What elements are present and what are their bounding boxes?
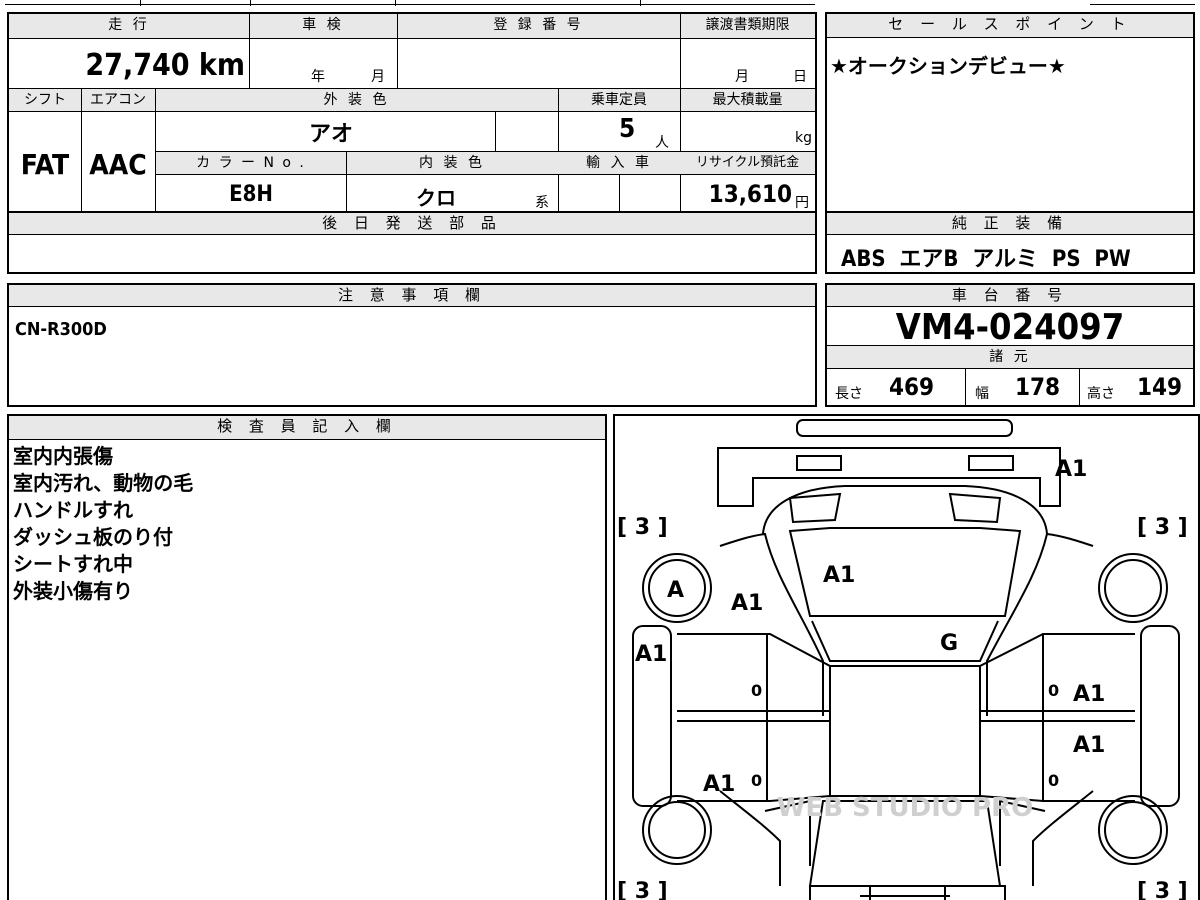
chassis-label: 車 台 番 号 (827, 285, 1193, 307)
car-diagram-box: WEB STUDIO PRO A1 A1 A A1 A1 G A1 A1 A1 … (613, 414, 1200, 900)
tread-rear-right: [ 3 ] (1137, 879, 1188, 900)
exterior-color-label: 外 装 色 (155, 89, 558, 111)
length-value: 469 (889, 373, 935, 401)
recycle-label: リサイクル預託金 (680, 152, 815, 174)
mark-right-rear-door: A1 (1073, 682, 1105, 707)
width-value: 178 (1015, 373, 1061, 401)
mark-front-left-tire: A (667, 578, 684, 603)
chassis-value: VM4-024097 (895, 307, 1125, 348)
chassis-box: 車 台 番 号 VM4-024097 諸 元 長さ 469 幅 178 高さ 1… (825, 283, 1195, 407)
recycle-unit: 円 (795, 195, 809, 211)
mark-roof: G (940, 631, 958, 656)
mark-zero: 0 (751, 771, 762, 790)
mark-left-rear-fender: A1 (731, 591, 763, 616)
equipment-label: 純 正 装 備 (827, 213, 1193, 235)
top-strip (0, 0, 1200, 8)
import-label: 輸 入 車 (558, 152, 680, 174)
shift-value: FAT (20, 148, 70, 181)
capacity-unit: 人 (655, 135, 669, 151)
registration-label: 登 録 番 号 (397, 14, 680, 38)
equipment-box: 純 正 装 備 ABS エアB アルミ PS PW (825, 211, 1195, 274)
interior-color-value: クロ (416, 186, 456, 210)
later-parts-label: 後 日 発 送 部 品 (9, 213, 815, 235)
inspector-note: 室内汚れ、動物の毛 (13, 471, 194, 495)
transfer-month: 月 (735, 69, 749, 85)
max-load-label: 最大積載量 (680, 89, 815, 111)
max-load-unit: kg (795, 130, 812, 146)
car-diagram: WEB STUDIO PRO A1 A1 A A1 A1 G A1 A1 A1 … (617, 419, 1188, 900)
caution-text: CN-R300D (15, 319, 107, 340)
dims-label: 諸 元 (827, 346, 1193, 368)
watermark-text: WEB STUDIO PRO (777, 793, 1033, 823)
inspector-note: ダッシュ板のり付 (13, 525, 173, 549)
color-no-label: カ ラ ー N o . (156, 152, 346, 174)
vehicle-info-table: 走 行 車 検 登 録 番 号 譲渡書類期限 27,740 km 年 月 月 日… (7, 12, 817, 213)
mark-zero: 0 (1048, 771, 1059, 790)
tread-front-right: [ 3 ] (1137, 515, 1188, 540)
inspection-label: 車 検 (249, 14, 397, 38)
interior-color-label: 内 装 色 (346, 152, 558, 174)
caution-label: 注 意 事 項 欄 (9, 285, 815, 307)
inspector-note: 外装小傷有り (13, 579, 133, 603)
exterior-color-value: アオ (309, 122, 354, 147)
aircon-value: AAC (89, 148, 147, 181)
tread-rear-left: [ 3 ] (617, 879, 668, 900)
tread-front-left: [ 3 ] (617, 515, 668, 540)
color-no-value: E8H (229, 182, 273, 207)
inspection-month: 月 (371, 69, 385, 85)
mark-zero: 0 (1048, 681, 1059, 700)
capacity-label: 乗車定員 (558, 89, 680, 111)
later-parts-box: 後 日 発 送 部 品 (7, 211, 817, 274)
shift-label: シフト (9, 89, 81, 111)
transfer-day: 日 (793, 69, 807, 85)
inspector-note: シートすれ中 (13, 552, 133, 576)
interior-color-suffix: 系 (535, 195, 549, 211)
mark-rear-top: A1 (1055, 457, 1087, 482)
aircon-label: エアコン (81, 89, 155, 111)
sales-point-box: セ ー ル ス ポ イ ン ト ★オークションデビュー★ (825, 12, 1195, 213)
length-label: 長さ (835, 386, 863, 402)
mark-left-front-door: A1 (703, 772, 735, 797)
mark-left-side: A1 (635, 642, 667, 667)
transfer-deadline-label: 譲渡書類期限 (680, 14, 815, 38)
inspector-note: 室内内張傷 (13, 444, 113, 468)
inspector-notes: 室内内張傷 室内汚れ、動物の毛 ハンドルすれ ダッシュ板のり付 シートすれ中 外… (13, 443, 193, 605)
capacity-value: 5 (619, 114, 636, 144)
height-label: 高さ (1087, 386, 1115, 402)
mileage-value: 27,740 km (85, 48, 245, 83)
sales-point-label: セ ー ル ス ポ イ ン ト (827, 14, 1193, 38)
inspector-note: ハンドルすれ (13, 498, 133, 522)
equipment-text: ABS エアB アルミ PS PW (841, 247, 1131, 272)
width-label: 幅 (975, 386, 989, 402)
mileage-label: 走 行 (9, 14, 249, 38)
mark-rear-glass: A1 (823, 563, 855, 588)
inspection-year: 年 (311, 69, 325, 85)
height-value: 149 (1137, 373, 1183, 401)
recycle-value: 13,610 (708, 180, 792, 208)
inspector-box: 検 査 員 記 入 欄 室内内張傷 室内汚れ、動物の毛 ハンドルすれ ダッシュ板… (7, 414, 607, 900)
mark-zero: 0 (751, 681, 762, 700)
caution-box: 注 意 事 項 欄 CN-R300D (7, 283, 817, 407)
sales-point-text: ★オークションデビュー★ (830, 54, 1066, 78)
inspector-label: 検 査 員 記 入 欄 (9, 416, 605, 440)
mark-right-front-door: A1 (1073, 733, 1105, 758)
